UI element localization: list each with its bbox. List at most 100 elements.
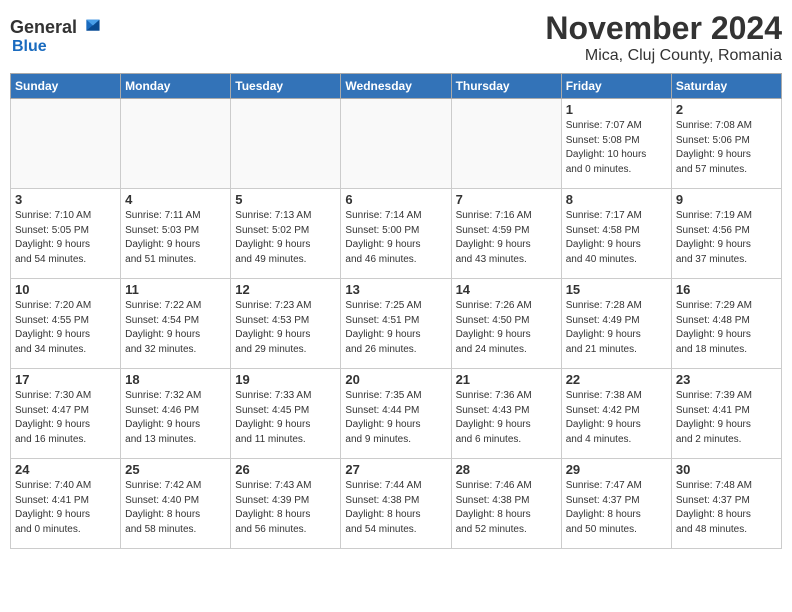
calendar-day-cell: 29 Sunrise: 7:47 AM Sunset: 4:37 PM Dayli… bbox=[561, 459, 671, 549]
logo: General Blue bbox=[10, 10, 101, 56]
day-info: Sunrise: 7:46 AM Sunset: 4:38 PM Dayligh… bbox=[456, 479, 557, 537]
day-info: Sunrise: 7:17 AM Sunset: 4:58 PM Dayligh… bbox=[566, 209, 667, 267]
day-info: Sunrise: 7:08 AM Sunset: 5:06 PM Dayligh… bbox=[676, 119, 777, 177]
calendar-header-row: SundayMondayTuesdayWednesdayThursdayFrid… bbox=[11, 74, 782, 99]
calendar-day-cell: 22 Sunrise: 7:38 AM Sunset: 4:42 PM Dayli… bbox=[561, 369, 671, 459]
calendar-day-cell: 23 Sunrise: 7:39 AM Sunset: 4:41 PM Dayli… bbox=[671, 369, 781, 459]
calendar-header-cell: Sunday bbox=[11, 74, 121, 99]
logo-general-text: General bbox=[10, 17, 77, 38]
calendar-day-cell: 3Sunrise: 7:10 AM Sunset: 5:05 PM Daylig… bbox=[11, 189, 121, 279]
day-number: 11 bbox=[125, 282, 226, 297]
calendar-header-cell: Thursday bbox=[451, 74, 561, 99]
calendar-day-cell: 30 Sunrise: 7:48 AM Sunset: 4:37 PM Dayli… bbox=[671, 459, 781, 549]
calendar-body: 1Sunrise: 7:07 AM Sunset: 5:08 PM Daylig… bbox=[11, 99, 782, 549]
day-number: 29 bbox=[566, 462, 667, 477]
logo-blue-label: Blue bbox=[12, 38, 47, 55]
day-number: 17 bbox=[15, 372, 116, 387]
day-number: 16 bbox=[676, 282, 777, 297]
day-number: 3 bbox=[15, 192, 116, 207]
calendar-day-cell: 14Sunrise: 7:26 AM Sunset: 4:50 PM Dayli… bbox=[451, 279, 561, 369]
day-info: Sunrise: 7:07 AM Sunset: 5:08 PM Dayligh… bbox=[566, 119, 667, 177]
calendar-day-cell: 18 Sunrise: 7:32 AM Sunset: 4:46 PM Dayli… bbox=[121, 369, 231, 459]
day-number: 15 bbox=[566, 282, 667, 297]
day-number: 18 bbox=[125, 372, 226, 387]
day-number: 6 bbox=[345, 192, 446, 207]
title-area: November 2024 Mica, Cluj County, Romania bbox=[545, 10, 782, 65]
day-number: 12 bbox=[235, 282, 336, 297]
calendar-week-row: 24 Sunrise: 7:40 AM Sunset: 4:41 PM Dayli… bbox=[11, 459, 782, 549]
day-number: 21 bbox=[456, 372, 557, 387]
day-info: Sunrise: 7:20 AM Sunset: 4:55 PM Dayligh… bbox=[15, 299, 116, 357]
month-title: November 2024 bbox=[545, 10, 782, 47]
day-number: 9 bbox=[676, 192, 777, 207]
header: General Blue November 2024 Mica, Cluj Co… bbox=[10, 10, 782, 65]
day-info: Sunrise: 7:30 AM Sunset: 4:47 PM Dayligh… bbox=[15, 389, 116, 447]
day-info: Sunrise: 7:28 AM Sunset: 4:49 PM Dayligh… bbox=[566, 299, 667, 357]
day-info: Sunrise: 7:22 AM Sunset: 4:54 PM Dayligh… bbox=[125, 299, 226, 357]
calendar-day-cell: 28Sunrise: 7:46 AM Sunset: 4:38 PM Dayli… bbox=[451, 459, 561, 549]
calendar-week-row: 10Sunrise: 7:20 AM Sunset: 4:55 PM Dayli… bbox=[11, 279, 782, 369]
day-info: Sunrise: 7:36 AM Sunset: 4:43 PM Dayligh… bbox=[456, 389, 557, 447]
day-info: Sunrise: 7:14 AM Sunset: 5:00 PM Dayligh… bbox=[345, 209, 446, 267]
calendar-day-cell: 26 Sunrise: 7:43 AM Sunset: 4:39 PM Dayli… bbox=[231, 459, 341, 549]
day-info: Sunrise: 7:44 AM Sunset: 4:38 PM Dayligh… bbox=[345, 479, 446, 537]
calendar-day-cell: 12 Sunrise: 7:23 AM Sunset: 4:53 PM Dayli… bbox=[231, 279, 341, 369]
day-info: Sunrise: 7:25 AM Sunset: 4:51 PM Dayligh… bbox=[345, 299, 446, 357]
day-info: Sunrise: 7:23 AM Sunset: 4:53 PM Dayligh… bbox=[235, 299, 336, 357]
calendar-day-cell bbox=[451, 99, 561, 189]
day-number: 27 bbox=[345, 462, 446, 477]
calendar-day-cell: 10Sunrise: 7:20 AM Sunset: 4:55 PM Dayli… bbox=[11, 279, 121, 369]
calendar-day-cell bbox=[341, 99, 451, 189]
day-number: 23 bbox=[676, 372, 777, 387]
day-info: Sunrise: 7:16 AM Sunset: 4:59 PM Dayligh… bbox=[456, 209, 557, 267]
calendar-table: SundayMondayTuesdayWednesdayThursdayFrid… bbox=[10, 73, 782, 549]
calendar-header-cell: Saturday bbox=[671, 74, 781, 99]
day-info: Sunrise: 7:48 AM Sunset: 4:37 PM Dayligh… bbox=[676, 479, 777, 537]
day-number: 30 bbox=[676, 462, 777, 477]
day-number: 2 bbox=[676, 102, 777, 117]
calendar-day-cell bbox=[121, 99, 231, 189]
day-info: Sunrise: 7:19 AM Sunset: 4:56 PM Dayligh… bbox=[676, 209, 777, 267]
calendar-day-cell: 9 Sunrise: 7:19 AM Sunset: 4:56 PM Daylig… bbox=[671, 189, 781, 279]
calendar-day-cell: 8 Sunrise: 7:17 AM Sunset: 4:58 PM Daylig… bbox=[561, 189, 671, 279]
day-info: Sunrise: 7:43 AM Sunset: 4:39 PM Dayligh… bbox=[235, 479, 336, 537]
day-info: Sunrise: 7:26 AM Sunset: 4:50 PM Dayligh… bbox=[456, 299, 557, 357]
calendar-day-cell: 17 Sunrise: 7:30 AM Sunset: 4:47 PM Dayli… bbox=[11, 369, 121, 459]
day-number: 19 bbox=[235, 372, 336, 387]
day-info: Sunrise: 7:39 AM Sunset: 4:41 PM Dayligh… bbox=[676, 389, 777, 447]
day-number: 13 bbox=[345, 282, 446, 297]
calendar-day-cell: 27 Sunrise: 7:44 AM Sunset: 4:38 PM Dayli… bbox=[341, 459, 451, 549]
calendar-day-cell bbox=[11, 99, 121, 189]
day-info: Sunrise: 7:13 AM Sunset: 5:02 PM Dayligh… bbox=[235, 209, 336, 267]
calendar-day-cell: 13 Sunrise: 7:25 AM Sunset: 4:51 PM Dayli… bbox=[341, 279, 451, 369]
calendar-day-cell: 16 Sunrise: 7:29 AM Sunset: 4:48 PM Dayli… bbox=[671, 279, 781, 369]
day-number: 8 bbox=[566, 192, 667, 207]
calendar-week-row: 3Sunrise: 7:10 AM Sunset: 5:05 PM Daylig… bbox=[11, 189, 782, 279]
day-info: Sunrise: 7:32 AM Sunset: 4:46 PM Dayligh… bbox=[125, 389, 226, 447]
day-number: 4 bbox=[125, 192, 226, 207]
day-info: Sunrise: 7:11 AM Sunset: 5:03 PM Dayligh… bbox=[125, 209, 226, 267]
day-number: 22 bbox=[566, 372, 667, 387]
calendar-day-cell: 6 Sunrise: 7:14 AM Sunset: 5:00 PM Daylig… bbox=[341, 189, 451, 279]
day-info: Sunrise: 7:47 AM Sunset: 4:37 PM Dayligh… bbox=[566, 479, 667, 537]
day-number: 26 bbox=[235, 462, 336, 477]
calendar-header-cell: Wednesday bbox=[341, 74, 451, 99]
calendar-day-cell: 25Sunrise: 7:42 AM Sunset: 4:40 PM Dayli… bbox=[121, 459, 231, 549]
day-info: Sunrise: 7:40 AM Sunset: 4:41 PM Dayligh… bbox=[15, 479, 116, 537]
day-number: 5 bbox=[235, 192, 336, 207]
day-info: Sunrise: 7:38 AM Sunset: 4:42 PM Dayligh… bbox=[566, 389, 667, 447]
day-number: 24 bbox=[15, 462, 116, 477]
calendar-week-row: 17 Sunrise: 7:30 AM Sunset: 4:47 PM Dayli… bbox=[11, 369, 782, 459]
calendar-day-cell bbox=[231, 99, 341, 189]
calendar-header-cell: Friday bbox=[561, 74, 671, 99]
calendar-header-cell: Monday bbox=[121, 74, 231, 99]
calendar-day-cell: 11 Sunrise: 7:22 AM Sunset: 4:54 PM Dayli… bbox=[121, 279, 231, 369]
calendar-day-cell: 7 Sunrise: 7:16 AM Sunset: 4:59 PM Daylig… bbox=[451, 189, 561, 279]
day-info: Sunrise: 7:29 AM Sunset: 4:48 PM Dayligh… bbox=[676, 299, 777, 357]
calendar-day-cell: 4 Sunrise: 7:11 AM Sunset: 5:03 PM Daylig… bbox=[121, 189, 231, 279]
calendar-day-cell: 24 Sunrise: 7:40 AM Sunset: 4:41 PM Dayli… bbox=[11, 459, 121, 549]
calendar-header-cell: Tuesday bbox=[231, 74, 341, 99]
calendar-day-cell: 20Sunrise: 7:35 AM Sunset: 4:44 PM Dayli… bbox=[341, 369, 451, 459]
calendar-day-cell: 1Sunrise: 7:07 AM Sunset: 5:08 PM Daylig… bbox=[561, 99, 671, 189]
day-number: 7 bbox=[456, 192, 557, 207]
